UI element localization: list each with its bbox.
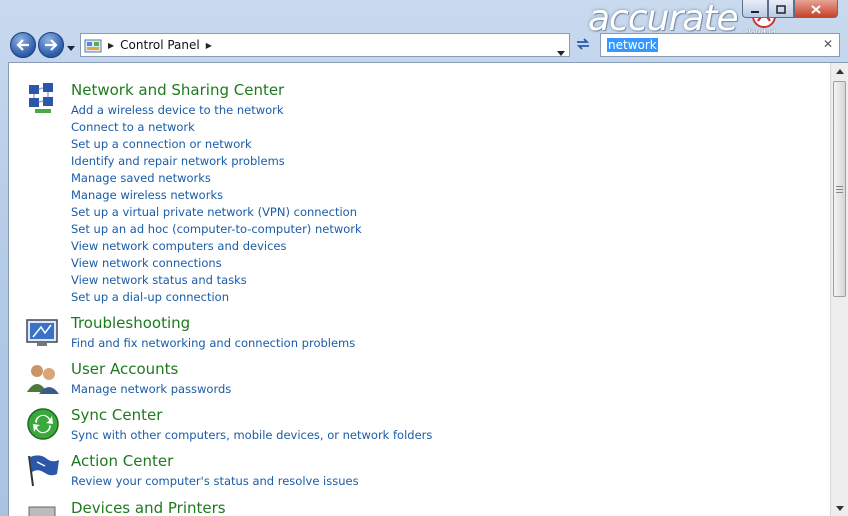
back-arrow-icon: [16, 36, 30, 55]
link-manage-wireless-networks[interactable]: Manage wireless networks: [71, 187, 362, 204]
section-title[interactable]: Devices and Printers: [71, 499, 226, 516]
action-center-flag-icon: [25, 452, 61, 488]
section-title[interactable]: Sync Center: [71, 406, 162, 424]
link-connect-to-network[interactable]: Connect to a network: [71, 119, 362, 136]
close-icon: [811, 0, 821, 18]
forward-button[interactable]: [38, 32, 64, 58]
section-links: Review your computer's status and resolv…: [71, 473, 359, 490]
section-links: Add a wireless device to the network Con…: [71, 102, 362, 306]
link-setup-dialup[interactable]: Set up a dial-up connection: [71, 289, 362, 306]
scroll-thumb[interactable]: [833, 81, 846, 297]
link-view-network-status[interactable]: View network status and tasks: [71, 272, 362, 289]
section-title[interactable]: Action Center: [71, 452, 173, 470]
clear-search-icon[interactable]: ✕: [823, 37, 833, 51]
address-bar[interactable]: ▶ Control Panel ▶: [80, 33, 570, 57]
breadcrumb-control-panel[interactable]: Control Panel: [120, 38, 200, 52]
section-links: Manage network passwords: [71, 381, 231, 398]
section-title[interactable]: Network and Sharing Center: [71, 81, 284, 99]
link-view-network-connections[interactable]: View network connections: [71, 255, 362, 272]
forward-arrow-icon: [44, 36, 58, 55]
link-setup-connection[interactable]: Set up a connection or network: [71, 136, 362, 153]
refresh-button[interactable]: [572, 35, 594, 55]
chevron-up-icon: [835, 69, 844, 74]
refresh-icon: [575, 36, 591, 55]
network-sharing-icon: [25, 81, 61, 117]
section-links: Sync with other computers, mobile device…: [71, 427, 432, 444]
minimize-icon: [750, 0, 760, 18]
link-setup-ad-hoc[interactable]: Set up an ad hoc (computer-to-computer) …: [71, 221, 362, 238]
link-review-status[interactable]: Review your computer's status and resolv…: [71, 473, 359, 490]
grip-icon: [836, 185, 843, 193]
link-identify-repair[interactable]: Identify and repair network problems: [71, 153, 362, 170]
link-manage-network-passwords[interactable]: Manage network passwords: [71, 381, 231, 398]
link-sync-other-computers[interactable]: Sync with other computers, mobile device…: [71, 427, 432, 444]
vertical-scrollbar[interactable]: [830, 63, 848, 516]
search-results: Network and Sharing Center Add a wireles…: [9, 63, 829, 516]
back-button[interactable]: [10, 32, 36, 58]
scroll-up-button[interactable]: [831, 63, 848, 80]
link-manage-saved-networks[interactable]: Manage saved networks: [71, 170, 362, 187]
search-input[interactable]: network: [607, 38, 658, 52]
sync-center-icon: [25, 406, 61, 442]
chevron-down-icon: [67, 36, 75, 55]
devices-printers-icon: [25, 499, 61, 516]
link-add-wireless-device[interactable]: Add a wireless device to the network: [71, 102, 362, 119]
scroll-down-button[interactable]: [831, 500, 848, 516]
section-title[interactable]: User Accounts: [71, 360, 178, 378]
window-frame: accurate cloud.id: [0, 0, 848, 516]
content-pane: Network and Sharing Center Add a wireles…: [8, 62, 848, 516]
address-dropdown-icon[interactable]: [557, 41, 565, 60]
minimize-button[interactable]: [742, 0, 768, 18]
maximize-icon: [776, 0, 786, 18]
user-accounts-icon: [25, 360, 61, 396]
control-panel-icon: [84, 38, 102, 53]
chevron-down-icon: [835, 506, 844, 511]
breadcrumb-separator-icon[interactable]: ▶: [108, 41, 114, 50]
navigation-bar: ▶ Control Panel ▶ network ✕: [0, 30, 848, 60]
link-find-fix-networking[interactable]: Find and fix networking and connection p…: [71, 335, 355, 352]
troubleshooting-icon: [25, 314, 61, 350]
link-view-network-computers[interactable]: View network computers and devices: [71, 238, 362, 255]
link-setup-vpn[interactable]: Set up a virtual private network (VPN) c…: [71, 204, 362, 221]
section-links: Find and fix networking and connection p…: [71, 335, 355, 352]
window-controls: [742, 0, 838, 18]
recent-pages-dropdown[interactable]: [66, 40, 76, 51]
breadcrumb-separator-icon[interactable]: ▶: [206, 41, 212, 50]
maximize-button[interactable]: [768, 0, 794, 18]
search-box[interactable]: network ✕: [600, 33, 840, 57]
title-bar[interactable]: accurate cloud.id: [0, 0, 848, 39]
close-button[interactable]: [794, 0, 838, 18]
section-title[interactable]: Troubleshooting: [71, 314, 190, 332]
